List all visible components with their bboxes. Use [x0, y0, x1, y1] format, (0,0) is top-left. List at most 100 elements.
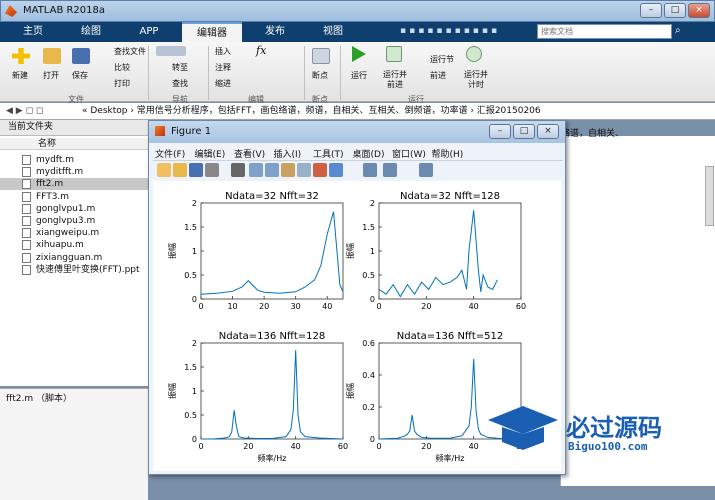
file-row[interactable]: gonglvpu3.m [0, 215, 148, 227]
chart-title: Ndata=136 Nfft=512 [397, 331, 503, 342]
print-button[interactable]: 打印 [114, 78, 130, 89]
tab-view[interactable]: 视图 [308, 22, 358, 42]
save-icon[interactable] [72, 48, 90, 64]
file-row[interactable]: xiangweipu.m [0, 227, 148, 239]
run-icon[interactable] [352, 46, 366, 62]
open-icon[interactable] [173, 163, 187, 177]
save-button[interactable]: 保存 [72, 70, 88, 81]
link-icon[interactable] [363, 163, 377, 177]
file-name: FFT3.m [36, 191, 70, 202]
new-icon[interactable] [12, 48, 30, 64]
pointer-icon[interactable] [231, 163, 245, 177]
figure-menu-item[interactable]: 编辑(E) [195, 147, 226, 160]
figure-menu-item[interactable]: 工具(T) [313, 147, 344, 160]
file-row[interactable]: myditfft.m [0, 166, 148, 178]
details-panel: fft2.m （脚本） [0, 388, 148, 500]
open-folder-icon[interactable] [43, 48, 61, 64]
scrollbar[interactable] [705, 166, 714, 226]
print-icon[interactable] [205, 163, 219, 177]
editor-snippet: 络谱，自相关、 [561, 129, 625, 139]
figure-menu-item[interactable]: 查看(V) [234, 147, 265, 160]
run-advance-icon[interactable] [386, 46, 402, 62]
file-row[interactable]: mydft.m [0, 154, 148, 166]
run-button[interactable]: 运行 [351, 70, 367, 81]
quick-access-toolbar[interactable]: ▪▪▪▪▪▪▪▪▪▪▪ [400, 26, 530, 38]
file-row[interactable]: gonglvpu1.m [0, 203, 148, 215]
comment-button[interactable]: 注释 [215, 62, 231, 73]
folder-path[interactable]: « Desktop › 常用信号分析程序，包括FFT，画包络谱，频谱，自相关、互… [82, 103, 541, 119]
tab-apps[interactable]: APP [124, 22, 174, 42]
tab-publish[interactable]: 发布 [250, 22, 300, 42]
x-tick-label: 20 [243, 442, 253, 451]
legend-icon[interactable] [419, 163, 433, 177]
run-advance-button[interactable]: 运行并 前进 [383, 70, 407, 90]
divider [148, 46, 149, 100]
pan-icon[interactable] [281, 163, 295, 177]
y-tick-label: 2 [192, 199, 197, 208]
tab-editor[interactable]: 编辑器 [182, 22, 242, 42]
figure-menu-item[interactable]: 帮助(H) [432, 147, 464, 160]
advance-button[interactable]: 前进 [430, 70, 446, 81]
ribbon: 新建 打开 保存 查找文件 比较 打印 文件 转至 查找 导航 插入 注释 缩进… [0, 42, 715, 104]
file-row[interactable]: zixiangguan.m [0, 252, 148, 264]
column-header-name[interactable]: 名称 [0, 138, 148, 150]
maximize-button[interactable]: □ [664, 3, 686, 18]
minimize-button[interactable]: – [640, 3, 662, 18]
colorbar-icon[interactable] [383, 163, 397, 177]
file-row[interactable]: 快速傅里叶变换(FFT).ppt [0, 264, 148, 276]
x-tick-label: 30 [291, 302, 301, 311]
compare-button[interactable]: 比较 [114, 62, 130, 73]
rotate-icon[interactable] [297, 163, 311, 177]
address-bar[interactable]: ◀ ▶ ◻ ◻ « Desktop › 常用信号分析程序，包括FFT，画包络谱，… [0, 103, 715, 120]
search-input[interactable]: 搜索文档 [537, 24, 672, 39]
breakpoints-icon[interactable] [312, 48, 330, 64]
matlab-logo-icon [5, 5, 17, 17]
axes-box [378, 202, 522, 300]
run-time-icon[interactable] [466, 46, 482, 62]
file-name: xiangweipu.m [36, 228, 100, 239]
window-title: MATLAB R2018a [23, 5, 106, 16]
y-axis-label: 振幅 [167, 243, 177, 259]
file-row[interactable]: FFT3.m [0, 191, 148, 203]
new-button[interactable]: 新建 [12, 70, 28, 81]
run-time-button[interactable]: 运行并 计时 [464, 70, 488, 90]
new-figure-icon[interactable] [157, 163, 171, 177]
figure-menu-item[interactable]: 插入(I) [274, 147, 302, 160]
file-icon [22, 252, 31, 263]
file-name: xihuapu.m [36, 240, 84, 251]
zoom-in-icon[interactable] [249, 163, 263, 177]
open-button[interactable]: 打开 [43, 70, 59, 81]
data-cursor-icon[interactable] [313, 163, 327, 177]
indent-button[interactable]: 缩进 [215, 78, 231, 89]
file-row[interactable]: xihuapu.m [0, 239, 148, 251]
zoom-out-icon[interactable] [265, 163, 279, 177]
figure-toolbar [153, 160, 563, 180]
figure-maximize-button[interactable]: □ [513, 124, 535, 139]
watermark-url: Biguo100.com [568, 440, 648, 453]
fx-icon[interactable]: fx [256, 44, 266, 57]
search-icon[interactable]: ⌕ [675, 25, 681, 36]
figure-menu-item[interactable]: 文件(F) [155, 147, 185, 160]
tab-home[interactable]: 主页 [8, 22, 58, 42]
figure-menu-item[interactable]: 桌面(D) [353, 147, 385, 160]
y-tick-label: 0 [370, 435, 375, 444]
run-section-button[interactable]: 运行节 [430, 54, 454, 65]
insert-button[interactable]: 插入 [215, 46, 231, 57]
file-row[interactable]: fft2.m [0, 178, 148, 191]
brush-icon[interactable] [329, 163, 343, 177]
breakpoints-button[interactable]: 断点 [312, 70, 328, 81]
close-button[interactable]: × [688, 3, 710, 18]
figure-close-button[interactable]: × [537, 124, 559, 139]
back-forward-icon[interactable] [156, 46, 186, 56]
x-tick-label: 40 [469, 302, 479, 311]
file-icon [22, 216, 31, 226]
save-icon[interactable] [189, 163, 203, 177]
find-button[interactable]: 查找 [172, 78, 188, 89]
tab-plots[interactable]: 绘图 [66, 22, 116, 42]
nav-arrows-icon[interactable]: ◀ ▶ ◻ ◻ [6, 103, 43, 119]
figure-minimize-button[interactable]: – [489, 124, 511, 139]
goto-button[interactable]: 转至 [172, 62, 188, 73]
figure-menu-item[interactable]: 窗口(W) [392, 147, 426, 160]
y-tick-label: 0 [192, 295, 197, 304]
find-files-button[interactable]: 查找文件 [114, 46, 146, 57]
